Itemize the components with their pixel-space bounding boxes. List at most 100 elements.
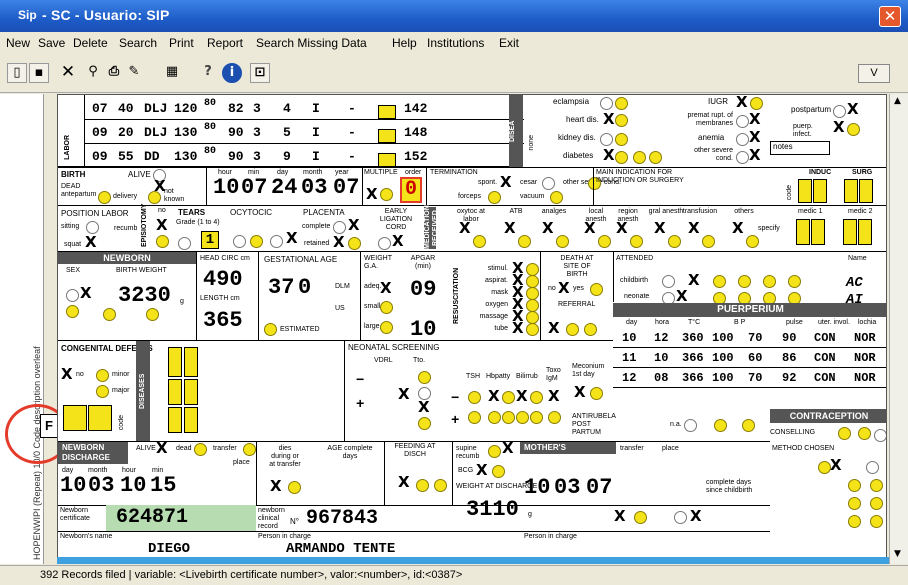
puerperium-cell[interactable]: 86 bbox=[782, 351, 796, 365]
puerperium-cell[interactable]: 70 bbox=[748, 371, 762, 385]
puerperium-cell[interactable]: NOR bbox=[854, 351, 876, 365]
med-no-mark[interactable]: X bbox=[654, 221, 666, 236]
birth-hour[interactable]: 10 bbox=[213, 175, 239, 200]
md-day[interactable]: 10 bbox=[524, 475, 550, 500]
length-value[interactable]: 365 bbox=[203, 308, 243, 333]
med-yes-circle[interactable] bbox=[630, 235, 643, 248]
scroll-up-icon[interactable]: ▲ bbox=[894, 96, 901, 106]
nbd-min[interactable]: 15 bbox=[150, 473, 176, 498]
person-charge-value[interactable]: ARMANDO TENTE bbox=[286, 541, 395, 557]
menu-save[interactable]: Save bbox=[38, 36, 65, 50]
apgar-1[interactable]: 09 bbox=[410, 277, 436, 302]
med-yes-circle[interactable] bbox=[746, 235, 759, 248]
labor-cell[interactable]: 142 bbox=[404, 101, 427, 116]
puerperium-cell[interactable]: 10 bbox=[654, 351, 668, 365]
menu-search[interactable]: Search bbox=[119, 36, 157, 50]
nbd-month[interactable]: 03 bbox=[88, 473, 114, 498]
med-no-mark[interactable]: X bbox=[504, 221, 516, 236]
labor-cell[interactable]: 3 bbox=[253, 101, 261, 116]
menu-exit[interactable]: Exit bbox=[499, 36, 519, 50]
med-no-mark[interactable]: X bbox=[616, 221, 628, 236]
labor-cell[interactable]: 5 bbox=[283, 125, 291, 140]
nbd-day[interactable]: 10 bbox=[60, 473, 86, 498]
puerperium-cell[interactable]: 10 bbox=[622, 331, 636, 345]
weight-discharge-value[interactable]: 3110 bbox=[466, 497, 519, 522]
med-yes-circle[interactable] bbox=[518, 235, 531, 248]
print-icon[interactable]: ⎙ bbox=[104, 63, 124, 83]
labor-cell[interactable]: 9 bbox=[283, 149, 291, 164]
puerperium-cell[interactable]: 70 bbox=[748, 331, 762, 345]
labor-cell[interactable]: 90 bbox=[228, 149, 244, 164]
labor-cell[interactable]: 148 bbox=[404, 125, 427, 140]
horizontal-scrollbar[interactable] bbox=[57, 557, 889, 564]
menu-search-missing[interactable]: Search Missing Data bbox=[256, 36, 367, 50]
md-month[interactable]: 03 bbox=[554, 475, 580, 500]
med-yes-circle[interactable] bbox=[668, 235, 681, 248]
resus-no-mark[interactable]: X bbox=[512, 321, 524, 336]
record-value[interactable]: 967843 bbox=[306, 507, 378, 530]
apgar-5[interactable]: 10 bbox=[410, 317, 436, 342]
labor-cell[interactable]: 80 bbox=[204, 98, 216, 109]
menu-help[interactable]: Help bbox=[392, 36, 417, 50]
med-no-mark[interactable]: X bbox=[459, 221, 471, 236]
puerperium-cell[interactable]: 360 bbox=[682, 331, 704, 345]
nbd-hour[interactable]: 10 bbox=[120, 473, 146, 498]
info-icon[interactable]: i bbox=[222, 63, 242, 83]
puerperium-cell[interactable]: 100 bbox=[712, 371, 734, 385]
puerperium-cell[interactable]: 11 bbox=[622, 351, 636, 365]
labor-cell[interactable]: 3 bbox=[253, 149, 261, 164]
labor-cell[interactable]: 20 bbox=[118, 125, 134, 140]
birth-min[interactable]: 07 bbox=[241, 175, 267, 200]
puerperium-cell[interactable]: 90 bbox=[782, 331, 796, 345]
labor-cell[interactable]: 152 bbox=[404, 149, 427, 164]
puerperium-cell[interactable]: CON bbox=[814, 331, 836, 345]
med-no-mark[interactable]: X bbox=[732, 221, 744, 236]
birth-month[interactable]: 03 bbox=[301, 175, 327, 200]
puerperium-cell[interactable]: 92 bbox=[782, 371, 796, 385]
delete-icon[interactable]: ✕ bbox=[58, 63, 78, 83]
labor-cell[interactable]: 80 bbox=[204, 122, 216, 133]
labor-cell[interactable]: 09 bbox=[92, 125, 108, 140]
labor-cell[interactable]: 3 bbox=[253, 125, 261, 140]
birth-weight-value[interactable]: 3230 bbox=[118, 283, 171, 308]
md-year[interactable]: 07 bbox=[586, 475, 612, 500]
menu-delete[interactable]: Delete bbox=[73, 36, 108, 50]
labor-cell[interactable]: 82 bbox=[228, 101, 244, 116]
head-circ-value[interactable]: 490 bbox=[203, 267, 243, 292]
newborn-name-value[interactable]: DIEGO bbox=[148, 541, 190, 557]
notes-field[interactable]: notes bbox=[770, 141, 830, 155]
help-icon[interactable]: ? bbox=[198, 63, 218, 83]
puerperium-cell[interactable]: NOR bbox=[854, 331, 876, 345]
report-icon[interactable]: ▦ bbox=[162, 63, 182, 83]
labor-cell[interactable]: 130 bbox=[174, 125, 197, 140]
puerperium-cell[interactable]: CON bbox=[814, 371, 836, 385]
labor-cell[interactable]: - bbox=[348, 125, 356, 140]
binoculars-icon[interactable]: ⚲ bbox=[83, 63, 103, 83]
puerperium-cell[interactable]: 12 bbox=[654, 331, 668, 345]
labor-cell[interactable]: I bbox=[312, 101, 320, 116]
labor-cell[interactable]: 09 bbox=[92, 149, 108, 164]
close-button[interactable]: ✕ bbox=[879, 6, 901, 27]
view-button[interactable]: V bbox=[858, 64, 890, 83]
puerperium-cell[interactable]: 100 bbox=[712, 351, 734, 365]
labor-cell[interactable]: 80 bbox=[204, 146, 216, 157]
labor-cell[interactable]: - bbox=[348, 149, 356, 164]
gest-days[interactable]: 0 bbox=[298, 275, 311, 300]
labor-cell[interactable]: DLJ bbox=[144, 125, 167, 140]
save-icon[interactable]: ▪ bbox=[29, 63, 49, 83]
birth-year[interactable]: 07 bbox=[333, 175, 359, 200]
med-yes-circle[interactable] bbox=[473, 235, 486, 248]
order-field[interactable]: 0 bbox=[400, 177, 422, 203]
labor-cell[interactable]: - bbox=[348, 101, 356, 116]
birth-day[interactable]: 24 bbox=[271, 175, 297, 200]
labor-cell[interactable]: 4 bbox=[283, 101, 291, 116]
puerperium-cell[interactable]: NOR bbox=[854, 371, 876, 385]
menu-new[interactable]: New bbox=[6, 36, 30, 50]
puerperium-cell[interactable]: 100 bbox=[712, 331, 734, 345]
vertical-scrollbar[interactable]: ▲ ▼ bbox=[889, 94, 908, 564]
med-yes-circle[interactable] bbox=[556, 235, 569, 248]
labor-cell[interactable]: I bbox=[312, 149, 320, 164]
labor-cell[interactable]: 40 bbox=[118, 101, 134, 116]
menu-institutions[interactable]: Institutions bbox=[427, 36, 484, 50]
puerperium-cell[interactable]: 366 bbox=[682, 371, 704, 385]
